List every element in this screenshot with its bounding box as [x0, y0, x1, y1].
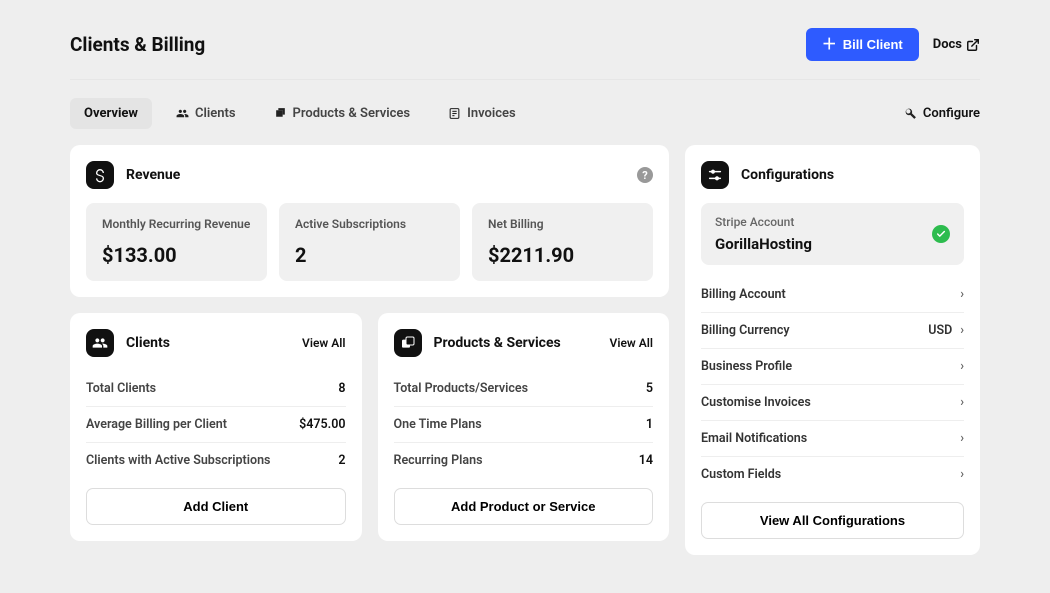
- clients-card: Clients View All Total Clients 8 Average…: [70, 313, 362, 541]
- configurations-card: Configurations Stripe Account GorillaHos…: [685, 145, 980, 555]
- dollar-icon: [86, 161, 114, 189]
- view-all-configurations-button[interactable]: View All Configurations: [701, 502, 964, 539]
- invoice-icon: [448, 107, 461, 120]
- tile-mrr-value: $133.00: [102, 243, 251, 267]
- configure-button[interactable]: Configure: [904, 106, 980, 121]
- stat-value: 14: [639, 453, 653, 468]
- tab-overview[interactable]: Overview: [70, 98, 152, 129]
- users-icon-square: [86, 329, 114, 357]
- stripe-account-tile: Stripe Account GorillaHosting: [701, 203, 964, 265]
- stat-row-total-clients: Total Clients 8: [86, 371, 346, 406]
- revenue-title: Revenue: [126, 167, 180, 183]
- tab-products-label: Products & Services: [293, 106, 411, 121]
- stat-label: One Time Plans: [394, 417, 482, 432]
- chevron-right-icon: ›: [960, 323, 964, 338]
- tile-subs-label: Active Subscriptions: [295, 217, 444, 233]
- chevron-right-icon: ›: [960, 359, 964, 374]
- config-label: Billing Currency: [701, 323, 790, 338]
- page-title: Clients & Billing: [70, 33, 205, 56]
- stat-label: Total Clients: [86, 381, 156, 396]
- config-row-billing-account[interactable]: Billing Account ›: [701, 277, 964, 312]
- users-icon: [176, 107, 189, 120]
- layers-icon: [274, 107, 287, 120]
- stat-label: Total Products/Services: [394, 381, 529, 396]
- stat-row-recurring: Recurring Plans 14: [394, 442, 654, 478]
- bill-client-label: Bill Client: [843, 37, 903, 52]
- stat-row-active-subs: Clients with Active Subscriptions 2: [86, 442, 346, 478]
- tab-invoices[interactable]: Invoices: [434, 98, 530, 129]
- clients-title: Clients: [126, 335, 170, 351]
- tile-subs-value: 2: [295, 243, 444, 267]
- external-link-icon: [966, 38, 980, 52]
- stat-row-one-time: One Time Plans 1: [394, 406, 654, 442]
- config-row-business-profile[interactable]: Business Profile ›: [701, 348, 964, 384]
- stripe-account-label: Stripe Account: [715, 215, 812, 229]
- tile-net-value: $2211.90: [488, 243, 637, 267]
- products-title: Products & Services: [434, 335, 561, 351]
- layers-icon-square: [394, 329, 422, 357]
- wrench-icon: [904, 107, 917, 120]
- revenue-card: Revenue ? Monthly Recurring Revenue $133…: [70, 145, 669, 297]
- config-label: Billing Account: [701, 287, 786, 302]
- help-icon[interactable]: ?: [637, 167, 653, 183]
- tab-clients[interactable]: Clients: [162, 98, 250, 129]
- config-label: Custom Fields: [701, 467, 781, 482]
- config-label: Customise Invoices: [701, 395, 811, 410]
- bill-client-button[interactable]: ＋ Bill Client: [806, 28, 919, 61]
- configurations-title: Configurations: [741, 167, 834, 183]
- check-circle-icon: [932, 225, 950, 243]
- chevron-right-icon: ›: [960, 467, 964, 482]
- stat-value: 8: [338, 381, 345, 396]
- config-row-custom-invoices[interactable]: Customise Invoices ›: [701, 384, 964, 420]
- products-card: Products & Services View All Total Produ…: [378, 313, 670, 541]
- stat-label: Clients with Active Subscriptions: [86, 453, 270, 468]
- config-row-custom-fields[interactable]: Custom Fields ›: [701, 456, 964, 492]
- stat-row-avg-billing: Average Billing per Client $475.00: [86, 406, 346, 442]
- stat-value: 1: [646, 417, 653, 432]
- tile-net: Net Billing $2211.90: [472, 203, 653, 281]
- tab-invoices-label: Invoices: [467, 106, 516, 121]
- docs-link[interactable]: Docs: [933, 37, 980, 52]
- stat-value: 2: [338, 453, 345, 468]
- add-product-button[interactable]: Add Product or Service: [394, 488, 654, 525]
- products-view-all[interactable]: View All: [610, 336, 653, 350]
- plus-icon: ＋: [822, 37, 837, 52]
- config-label: Business Profile: [701, 359, 792, 374]
- tile-subs: Active Subscriptions 2: [279, 203, 460, 281]
- tab-clients-label: Clients: [195, 106, 236, 121]
- sliders-icon: [701, 161, 729, 189]
- config-row-email-notifications[interactable]: Email Notifications ›: [701, 420, 964, 456]
- config-label: Email Notifications: [701, 431, 807, 446]
- stripe-account-name: GorillaHosting: [715, 235, 812, 253]
- tile-mrr: Monthly Recurring Revenue $133.00: [86, 203, 267, 281]
- clients-view-all[interactable]: View All: [302, 336, 345, 350]
- config-value: USD: [928, 323, 952, 338]
- stat-label: Recurring Plans: [394, 453, 483, 468]
- chevron-right-icon: ›: [960, 287, 964, 302]
- tile-net-label: Net Billing: [488, 217, 637, 233]
- stat-row-total-products: Total Products/Services 5: [394, 371, 654, 406]
- stat-value: 5: [646, 381, 653, 396]
- add-client-button[interactable]: Add Client: [86, 488, 346, 525]
- tab-overview-label: Overview: [84, 106, 138, 121]
- stat-label: Average Billing per Client: [86, 417, 227, 432]
- tile-mrr-label: Monthly Recurring Revenue: [102, 217, 251, 233]
- configure-label: Configure: [923, 106, 980, 121]
- docs-label: Docs: [933, 37, 962, 52]
- config-row-billing-currency[interactable]: Billing Currency USD ›: [701, 312, 964, 348]
- chevron-right-icon: ›: [960, 395, 964, 410]
- stat-value: $475.00: [299, 417, 345, 432]
- tab-products[interactable]: Products & Services: [260, 98, 425, 129]
- chevron-right-icon: ›: [960, 431, 964, 446]
